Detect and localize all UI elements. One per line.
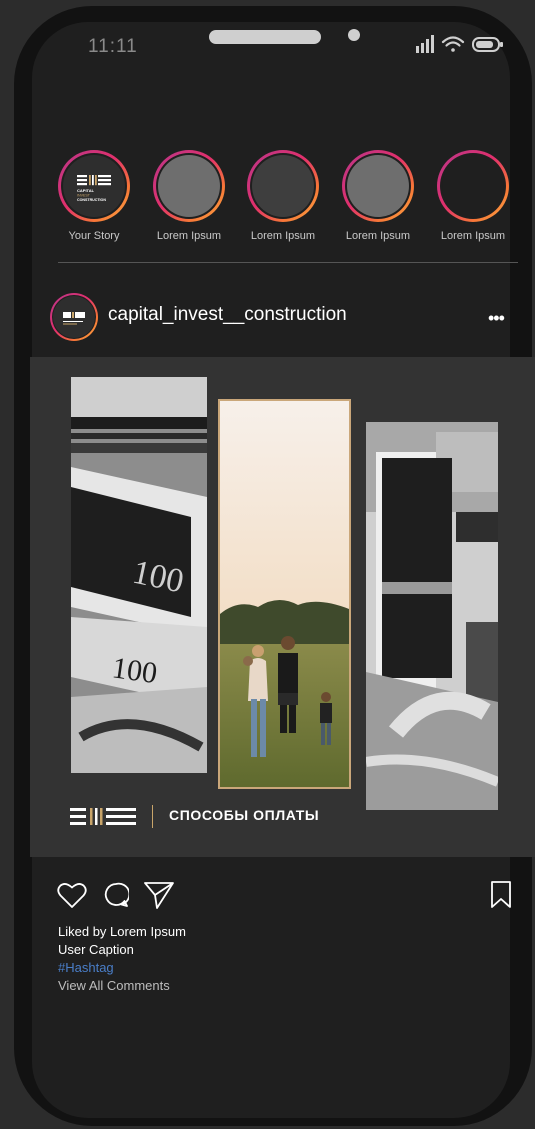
story-label: Lorem Ipsum — [250, 230, 316, 242]
computer-photo — [366, 422, 498, 810]
bookmark-icon[interactable] — [489, 880, 513, 910]
family-photo — [218, 399, 351, 789]
stories-divider — [58, 262, 518, 263]
story-ring — [247, 150, 319, 222]
story-item[interactable]: Lorem Ipsum — [428, 150, 518, 242]
status-time: 11:11 — [88, 36, 138, 57]
post-username[interactable]: capital_invest__construction — [108, 304, 347, 326]
wifi-icon — [441, 36, 465, 52]
story-item[interactable]: Lorem Ipsum — [144, 150, 234, 242]
story-item[interactable]: Lorem Ipsum — [333, 150, 423, 242]
post-meta: Liked by Lorem Ipsum User Caption #Hasht… — [58, 923, 186, 995]
view-comments-link[interactable]: View All Comments — [58, 977, 186, 995]
story-your-story[interactable]: CAPITAL INVEST CONSTRUCTION Your Story — [49, 150, 139, 242]
heart-icon[interactable] — [57, 881, 87, 909]
story-label: Lorem Ipsum — [345, 230, 411, 242]
story-avatar — [158, 155, 220, 217]
hashtag-link[interactable]: #Hashtag — [58, 959, 186, 977]
avatar-ring — [50, 293, 98, 341]
image-caption: СПОСОБЫ ОПЛАТЫ — [169, 807, 320, 823]
status-icons — [416, 35, 503, 53]
logo-line2: INVEST — [77, 194, 91, 198]
svg-text:100: 100 — [110, 651, 159, 690]
story-item[interactable]: Lorem Ipsum — [238, 150, 328, 242]
story-ring — [342, 150, 414, 222]
battery-icon — [472, 37, 503, 52]
camera-dot — [348, 29, 360, 41]
signal-icon — [416, 35, 434, 53]
capital-invest-logo: CAPITAL INVEST CONSTRUCTION — [63, 155, 125, 217]
story-label: Lorem Ipsum — [440, 230, 506, 242]
story-label: Lorem Ipsum — [156, 230, 222, 242]
story-avatar — [442, 155, 504, 217]
brand-logo-icon — [70, 808, 136, 825]
capital-invest-logo-small — [53, 296, 95, 338]
comment-icon[interactable] — [103, 881, 129, 909]
story-ring — [437, 150, 509, 222]
logo-line1: CAPITAL — [77, 188, 95, 193]
user-caption: User Caption — [58, 942, 134, 957]
story-avatar — [347, 155, 409, 217]
story-ring — [153, 150, 225, 222]
money-photo: 100 100 — [71, 377, 207, 773]
liked-by-text[interactable]: Liked by Lorem Ipsum — [58, 923, 186, 941]
more-options-icon[interactable]: ••• — [488, 308, 505, 329]
story-avatar — [252, 155, 314, 217]
share-icon[interactable] — [143, 880, 175, 910]
speaker-notch — [209, 30, 321, 44]
logo-line3: CONSTRUCTION — [77, 198, 106, 202]
story-ring: CAPITAL INVEST CONSTRUCTION — [58, 150, 130, 222]
caption-divider — [152, 805, 153, 828]
post-avatar[interactable] — [50, 293, 98, 341]
story-label: Your Story — [68, 230, 120, 242]
